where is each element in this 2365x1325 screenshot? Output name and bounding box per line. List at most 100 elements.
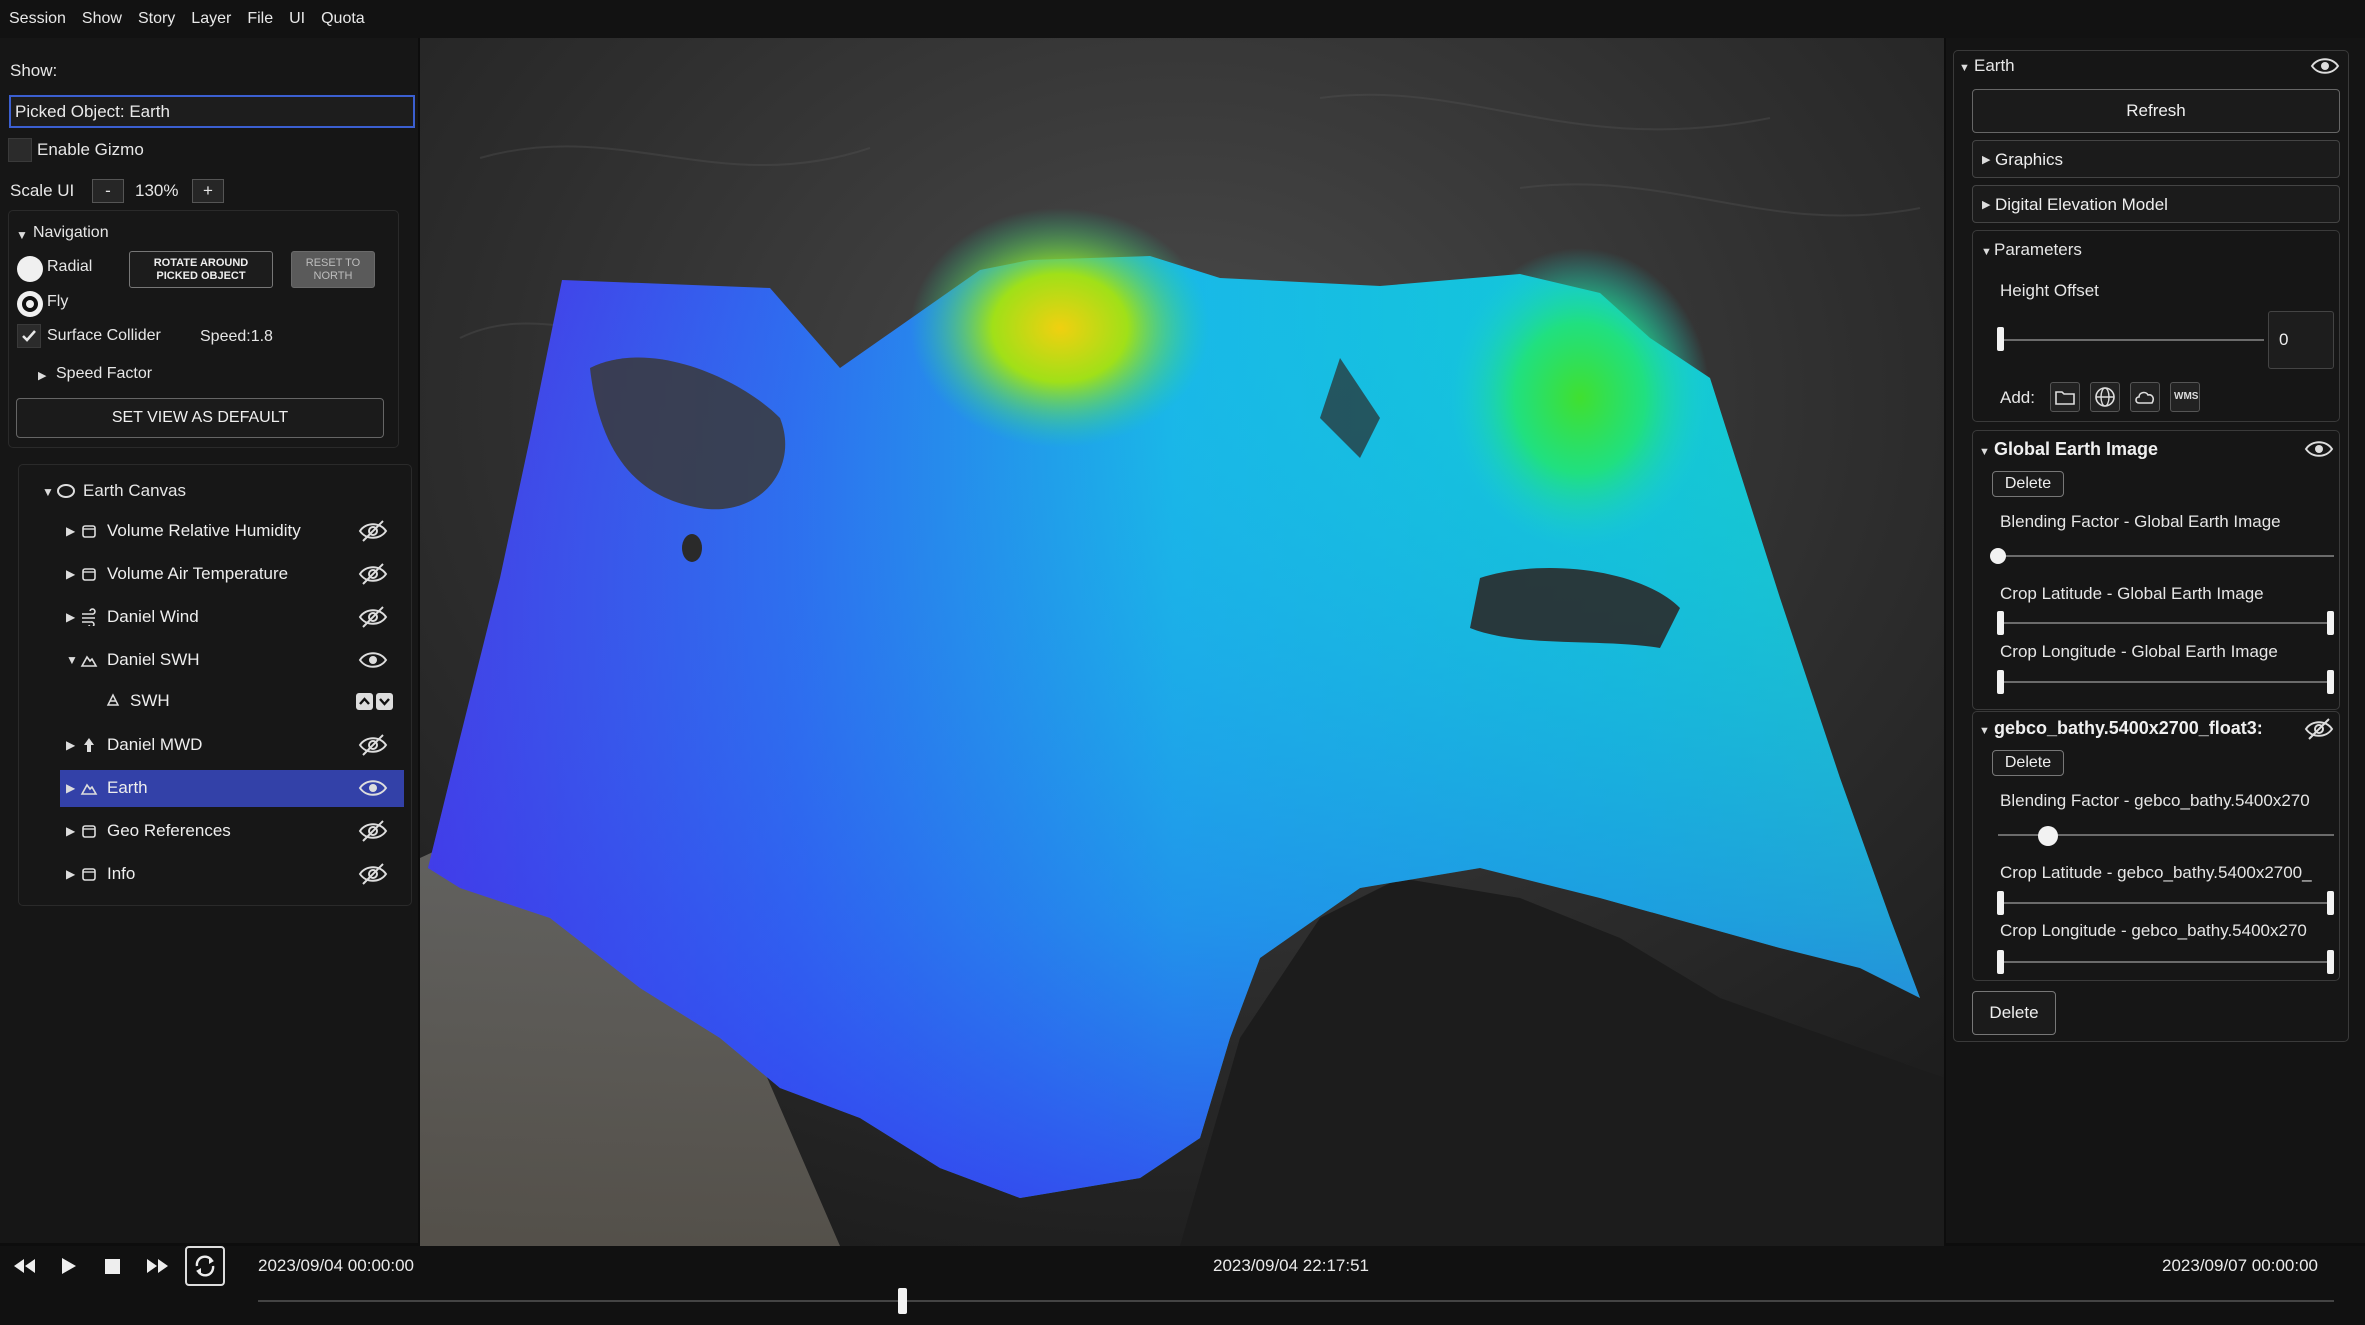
- surface-collider-label: Surface Collider: [47, 327, 161, 344]
- reset-to-north-button[interactable]: RESET TO NORTH: [291, 251, 375, 288]
- tree-item-daniel-mwd[interactable]: ▶ Daniel MWD: [60, 727, 404, 764]
- map-viewport[interactable]: [420, 38, 1944, 1246]
- speed-factor-label[interactable]: Speed Factor: [56, 365, 152, 383]
- global-earth-image-eye-icon[interactable]: [2304, 437, 2334, 461]
- dem-label: Digital Elevation Model: [1995, 195, 2168, 214]
- fast-forward-icon[interactable]: [143, 1251, 173, 1281]
- play-icon[interactable]: [53, 1251, 83, 1281]
- earth-canvas-collapse-icon[interactable]: ▼: [42, 485, 54, 499]
- cloud-icon[interactable]: [2130, 382, 2160, 412]
- eye-off-icon[interactable]: [358, 604, 388, 630]
- loop-icon[interactable]: [185, 1246, 225, 1286]
- refresh-button[interactable]: Refresh: [1972, 89, 2340, 133]
- tree-item-expand-icon[interactable]: ▶: [66, 524, 75, 538]
- global-earth-image-delete-button[interactable]: Delete: [1992, 471, 2064, 497]
- graphics-section[interactable]: ▶ Graphics: [1972, 140, 2340, 178]
- rotate-around-picked-button[interactable]: ROTATE AROUND PICKED OBJECT: [129, 251, 273, 288]
- eye-off-icon[interactable]: [358, 818, 388, 844]
- height-offset-track[interactable]: [1998, 339, 2264, 341]
- tree-item-label: Volume Relative Humidity: [107, 521, 301, 540]
- gebco-bathy-crop-lat-min-handle[interactable]: [1997, 891, 2004, 915]
- timeline-scrubber[interactable]: [897, 1288, 907, 1314]
- gebco-bathy-collapse-icon[interactable]: ▼: [1979, 725, 1990, 737]
- height-offset-handle[interactable]: [1997, 327, 2004, 351]
- tree-item-expand-icon[interactable]: ▶: [66, 567, 75, 581]
- tree-item-volume-air-temperature[interactable]: ▶ Volume Air Temperature: [60, 556, 404, 593]
- scale-minus-button[interactable]: -: [92, 179, 124, 203]
- global-earth-image-crop-lat-min-handle[interactable]: [1997, 611, 2004, 635]
- tree-item-expand-icon[interactable]: ▶: [66, 867, 75, 881]
- tree-item-volume-relative-humidity[interactable]: ▶ Volume Relative Humidity: [60, 513, 404, 550]
- layer-icon: [104, 692, 122, 710]
- global-earth-image-blend-track[interactable]: [1998, 555, 2334, 557]
- global-earth-image-crop-lat-track[interactable]: [2000, 622, 2332, 624]
- rewind-icon[interactable]: [9, 1251, 39, 1281]
- eye-off-icon[interactable]: [358, 518, 388, 544]
- navigation-collapse-icon[interactable]: ▼: [16, 228, 28, 242]
- gebco-bathy-crop-lon-max-handle[interactable]: [2327, 950, 2334, 974]
- eye-off-icon[interactable]: [358, 561, 388, 587]
- tree-item-earth[interactable]: ▶ Earth: [60, 770, 404, 807]
- delete-earth-button[interactable]: Delete: [1972, 991, 2056, 1035]
- menu-layer[interactable]: Layer: [191, 10, 231, 28]
- dem-section[interactable]: ▶ Digital Elevation Model: [1972, 185, 2340, 223]
- eye-off-icon[interactable]: [358, 732, 388, 758]
- gebco-bathy-delete-button[interactable]: Delete: [1992, 750, 2064, 776]
- tree-item-info[interactable]: ▶ Info: [60, 856, 404, 893]
- gebco-bathy-eye-off-icon[interactable]: [2304, 717, 2334, 741]
- tree-item-expand-icon[interactable]: ▼: [66, 653, 78, 667]
- menu-show[interactable]: Show: [82, 10, 122, 28]
- tree-item-geo-references[interactable]: ▶ Geo References: [60, 813, 404, 850]
- tree-item-daniel-wind[interactable]: ▶ Daniel Wind: [60, 599, 404, 636]
- move-down-icon[interactable]: [376, 693, 393, 710]
- scale-plus-button[interactable]: +: [192, 179, 224, 203]
- add-label: Add:: [2000, 388, 2035, 407]
- folder-icon[interactable]: [2050, 382, 2080, 412]
- gebco-bathy-crop-lon-min-handle[interactable]: [1997, 950, 2004, 974]
- menu-file[interactable]: File: [247, 10, 273, 28]
- tree-item-daniel-swh[interactable]: ▼ Daniel SWH: [60, 642, 404, 679]
- tree-item-label: Daniel MWD: [107, 735, 203, 754]
- wms-icon[interactable]: WMS: [2170, 382, 2200, 412]
- set-view-default-button[interactable]: SET VIEW AS DEFAULT: [16, 398, 384, 438]
- global-earth-image-blend-knob[interactable]: [1990, 548, 2006, 564]
- surface-collider-checkbox[interactable]: [17, 324, 41, 348]
- earth-visibility-eye-icon[interactable]: [2310, 54, 2340, 78]
- global-earth-image-crop-lon-track[interactable]: [2000, 681, 2332, 683]
- global-earth-image-crop-lon-max-handle[interactable]: [2327, 670, 2334, 694]
- global-earth-image-crop-lat-max-handle[interactable]: [2327, 611, 2334, 635]
- earth-collapse-icon[interactable]: ▼: [1959, 62, 1970, 74]
- tree-item-expand-icon[interactable]: ▶: [66, 824, 75, 838]
- speed-factor-expand-icon[interactable]: ▶: [38, 369, 46, 382]
- fly-radio[interactable]: [17, 291, 43, 317]
- picked-object-field[interactable]: [9, 95, 415, 128]
- tree-item-expand-icon[interactable]: ▶: [66, 738, 75, 752]
- timeline-track[interactable]: [258, 1300, 2334, 1302]
- menu-session[interactable]: Session: [9, 10, 66, 28]
- move-up-icon[interactable]: [356, 693, 373, 710]
- stop-icon[interactable]: [98, 1251, 128, 1281]
- gebco-bathy-crop-lon-track[interactable]: [2000, 961, 2332, 963]
- height-offset-input[interactable]: 0: [2268, 311, 2334, 369]
- menu-quota[interactable]: Quota: [321, 10, 365, 28]
- global-earth-image-crop-lon-min-handle[interactable]: [1997, 670, 2004, 694]
- earth-canvas-label[interactable]: Earth Canvas: [83, 481, 186, 501]
- gebco-bathy-crop-lat-track[interactable]: [2000, 902, 2332, 904]
- eye-icon[interactable]: [358, 775, 388, 801]
- parameters-collapse-icon[interactable]: ▼: [1981, 246, 1992, 258]
- eye-icon[interactable]: [358, 647, 388, 673]
- parameters-label: Parameters: [1994, 240, 2082, 259]
- global-earth-image-title: Global Earth Image: [1994, 439, 2159, 459]
- globe-icon[interactable]: [2090, 382, 2120, 412]
- tree-item-expand-icon[interactable]: ▶: [66, 781, 75, 795]
- tree-item-expand-icon[interactable]: ▶: [66, 610, 75, 624]
- enable-gizmo-checkbox[interactable]: [8, 138, 32, 162]
- radial-radio[interactable]: [17, 256, 43, 282]
- gebco-bathy-crop-lat-max-handle[interactable]: [2327, 891, 2334, 915]
- wms-icon-text: WMS: [2174, 391, 2199, 402]
- eye-off-icon[interactable]: [358, 861, 388, 887]
- menu-ui[interactable]: UI: [289, 10, 305, 28]
- tree-item-swh[interactable]: SWH: [60, 683, 404, 720]
- menu-story[interactable]: Story: [138, 10, 175, 28]
- global-earth-image-collapse-icon[interactable]: ▼: [1979, 446, 1990, 458]
